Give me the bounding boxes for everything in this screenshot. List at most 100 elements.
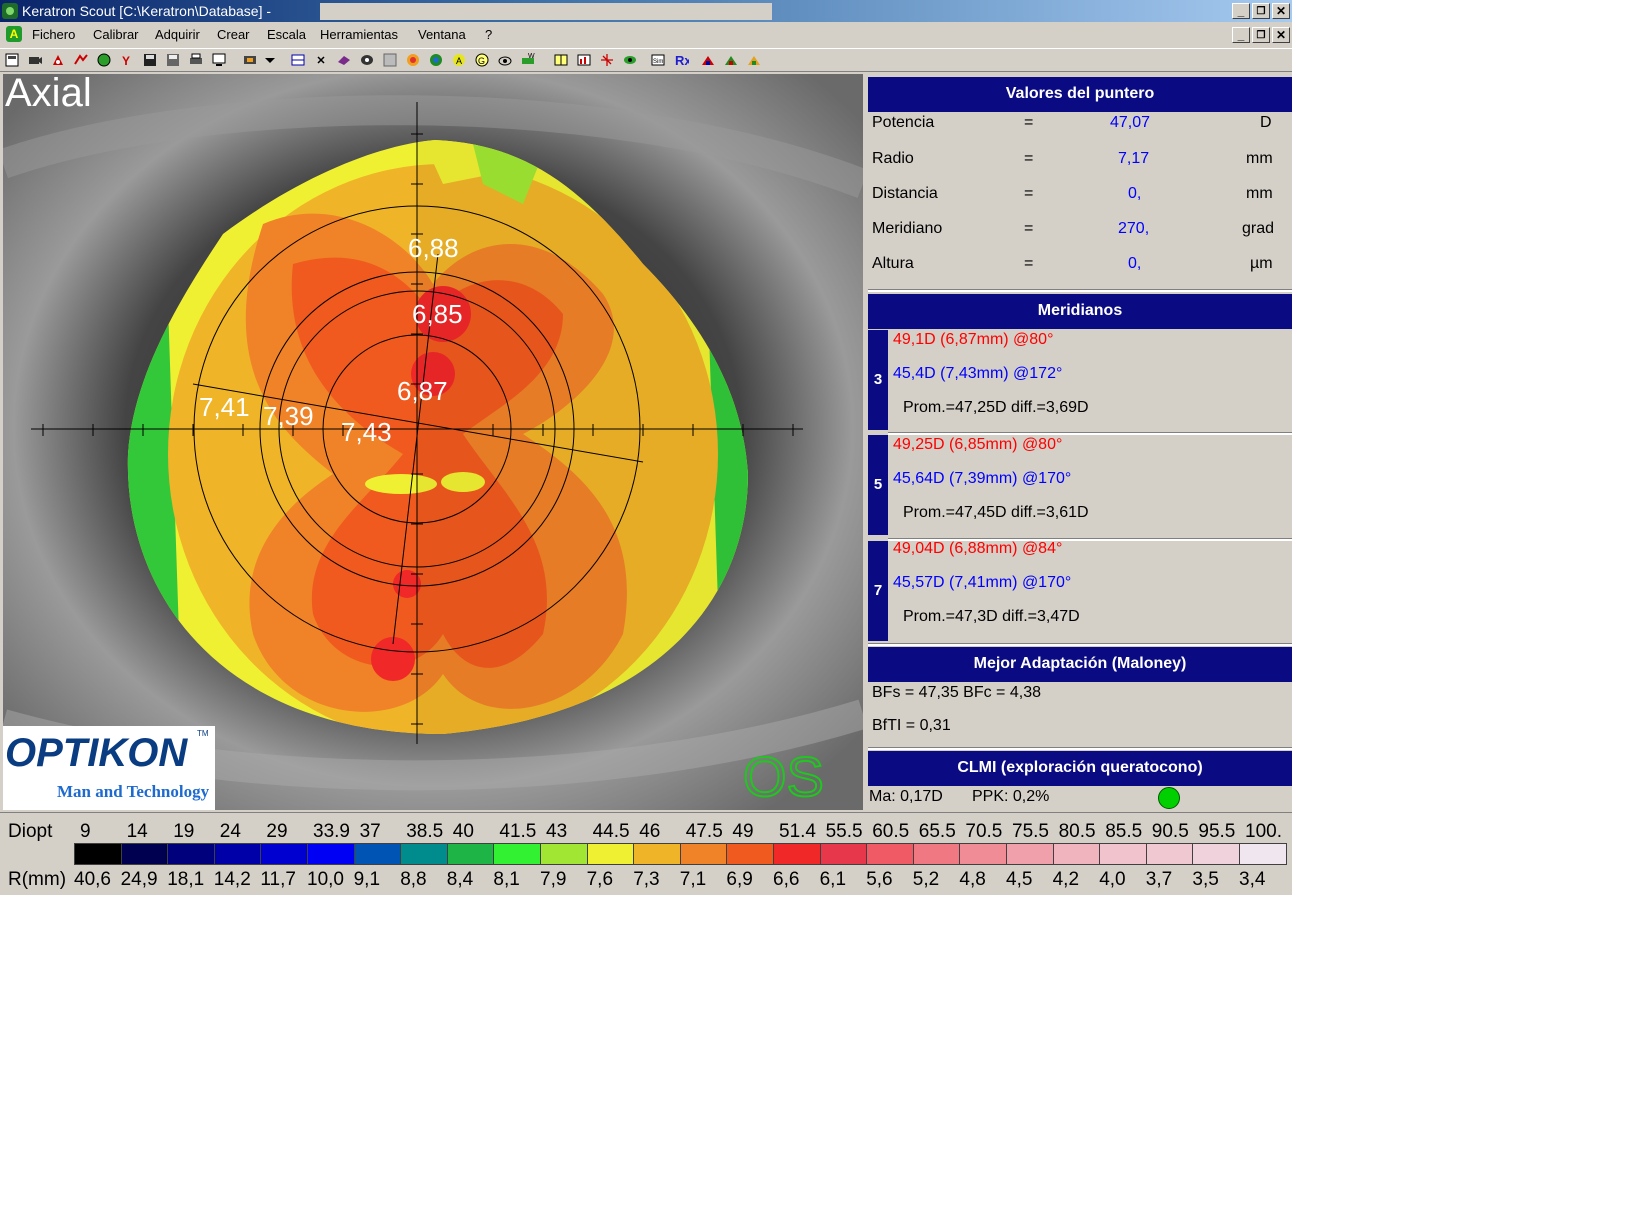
- minimize-button[interactable]: _: [1232, 3, 1250, 19]
- simulation-icon[interactable]: Sim: [650, 52, 666, 68]
- legend-diopt-value: 49: [732, 821, 754, 842]
- chevron-down-icon[interactable]: [262, 52, 278, 68]
- monitor-icon[interactable]: [211, 52, 227, 68]
- legend-swatch: [446, 843, 495, 865]
- pointer-value: 7,17: [1118, 150, 1150, 167]
- legend-swatch: [726, 843, 774, 865]
- doc-restore-button[interactable]: ❐: [1252, 27, 1270, 43]
- radius-label: R(mm): [8, 869, 67, 890]
- legend-diopt-value: 95.5: [1198, 821, 1236, 842]
- map-color-icon[interactable]: [405, 52, 421, 68]
- save-as-icon[interactable]: [165, 52, 181, 68]
- camera-icon[interactable]: [27, 52, 43, 68]
- legend-swatch: [1192, 843, 1240, 865]
- menu-herramientas[interactable]: Herramientas: [320, 27, 398, 42]
- menu-ventana[interactable]: Ventana: [418, 27, 466, 42]
- delete-icon[interactable]: Y: [119, 52, 135, 68]
- eye-side-label: OS: [743, 745, 824, 808]
- legend-radius-value: 14,2: [213, 869, 251, 890]
- legend-diopt-value: 14: [126, 821, 148, 842]
- menu-fichero[interactable]: Fichero: [32, 27, 75, 42]
- legend-swatch: [1006, 843, 1054, 865]
- globe-icon[interactable]: [96, 52, 112, 68]
- legend-diopt-value: 55.5: [825, 821, 863, 842]
- app-icon[interactable]: [2, 3, 18, 19]
- title-strip: [320, 3, 772, 20]
- patient-icon[interactable]: [4, 52, 20, 68]
- axes-icon[interactable]: [599, 52, 615, 68]
- legend-diopt-value: 80.5: [1058, 821, 1096, 842]
- gaussian-icon[interactable]: G: [474, 52, 490, 68]
- lens-fit-icon[interactable]: [723, 52, 739, 68]
- map-mode-label: Axial: [5, 74, 92, 115]
- legend-radius-value: 11,7: [260, 869, 296, 890]
- pointer-value: 0,: [1128, 185, 1142, 202]
- legend-swatch: [866, 843, 914, 865]
- pointer-equals: =: [1024, 114, 1034, 131]
- legend-diopt-value: 75.5: [1012, 821, 1049, 842]
- topography-map[interactable]: 6,88 6,85 6,87 7,41 7,39 7,43 Axial OS O…: [3, 74, 863, 810]
- legend-swatch: [1239, 843, 1287, 865]
- acquire-icon[interactable]: [50, 52, 66, 68]
- print-icon[interactable]: [188, 52, 204, 68]
- contact-lens-icon[interactable]: [700, 52, 716, 68]
- legend-swatch: [260, 843, 308, 865]
- document-icon[interactable]: A: [6, 26, 22, 42]
- legend-swatch: [1052, 843, 1101, 865]
- save-icon[interactable]: [142, 52, 158, 68]
- menu-calibrar[interactable]: Calibrar: [93, 27, 139, 42]
- legend-diopt-value: 33.9: [313, 821, 350, 842]
- legend-swatch: [493, 843, 541, 865]
- legend-swatch: [959, 843, 1007, 865]
- close-button[interactable]: ✕: [1272, 3, 1290, 19]
- pointer-value: 0,: [1128, 255, 1142, 272]
- legend-radius-value: 8,4: [446, 869, 474, 890]
- legend-diopt-value: 43: [546, 821, 568, 842]
- clmi-header: CLMI (exploración queratocono): [868, 751, 1292, 786]
- menu-crear[interactable]: Crear: [217, 27, 250, 42]
- legend-radius-value: 7,1: [679, 869, 707, 890]
- doc-minimize-button[interactable]: _: [1232, 27, 1250, 43]
- legend-diopt-value: 41.5: [499, 821, 537, 842]
- best-fit-line2: BfTI = 0,31: [872, 717, 951, 734]
- pointer-unit: grad: [1242, 220, 1275, 237]
- eye-icon[interactable]: [359, 52, 375, 68]
- eye-scan-icon[interactable]: [497, 52, 513, 68]
- prescription-icon[interactable]: Rx: [673, 52, 689, 68]
- wavefront-icon[interactable]: W: [520, 52, 536, 68]
- legend-swatch: [167, 843, 215, 865]
- map-canvas[interactable]: 6,88 6,85 6,87 7,41 7,39 7,43 Axial OS O…: [3, 74, 863, 810]
- histogram-icon[interactable]: [576, 52, 592, 68]
- target-icon[interactable]: [428, 52, 444, 68]
- cross-icon[interactable]: [313, 52, 329, 68]
- menu-escala[interactable]: Escala: [267, 27, 306, 42]
- legend-radius-value: 7,9: [540, 869, 567, 890]
- title-bar[interactable]: Keratron Scout [C:\Keratron\Database] - …: [0, 0, 1292, 22]
- divider: [868, 643, 1292, 646]
- pointer-values-header: Valores del puntero: [868, 77, 1292, 112]
- list-icon[interactable]: [290, 52, 306, 68]
- process-icon[interactable]: [73, 52, 89, 68]
- grid-icon[interactable]: [382, 52, 398, 68]
- legend-swatch: [1145, 843, 1194, 865]
- pointer-equals: =: [1024, 150, 1034, 167]
- legend-diopt-value: 44.5: [592, 821, 630, 842]
- book-icon[interactable]: [336, 52, 352, 68]
- legend-radius-value: 6,9: [726, 869, 753, 890]
- view-eye-icon[interactable]: [622, 52, 638, 68]
- export-icon[interactable]: [242, 52, 258, 68]
- legend-diopt-value: 70.5: [965, 821, 1003, 842]
- axial-icon[interactable]: A: [451, 52, 467, 68]
- menu-help[interactable]: ?: [485, 27, 492, 42]
- restore-button[interactable]: ❐: [1252, 3, 1270, 19]
- legend-radius-value: 7,6: [586, 869, 614, 890]
- legend-radius-value: 6,1: [819, 869, 847, 890]
- legend-swatch: [679, 843, 728, 865]
- lens-compare-icon[interactable]: [746, 52, 762, 68]
- menu-adquirir[interactable]: Adquirir: [155, 27, 200, 42]
- toolbar: Y A G W Sim Rx: [0, 48, 1292, 72]
- pointer-unit: µm: [1250, 255, 1273, 272]
- doc-close-button[interactable]: ✕: [1272, 27, 1290, 43]
- legend-radius-value: 4,2: [1052, 869, 1080, 890]
- table-icon[interactable]: [553, 52, 569, 68]
